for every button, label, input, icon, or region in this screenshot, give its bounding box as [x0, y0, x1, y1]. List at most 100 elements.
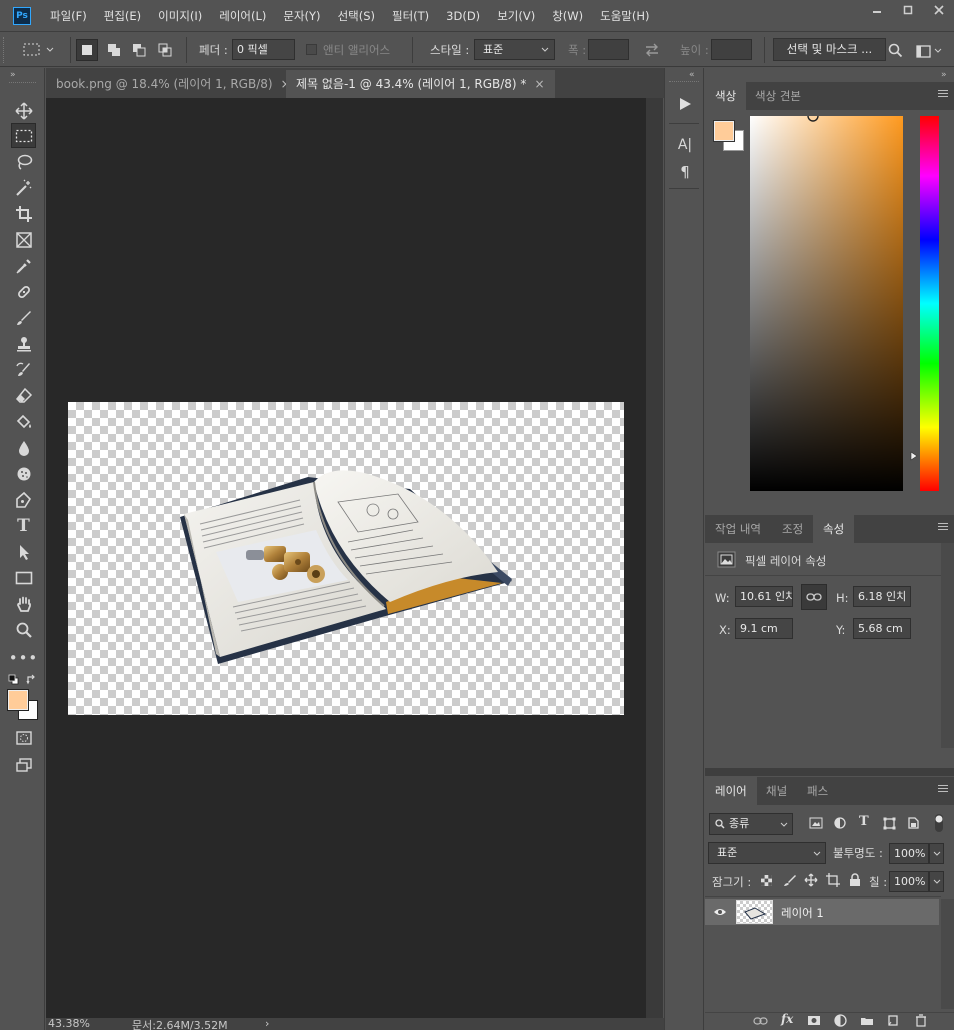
- path-selection-tool[interactable]: [11, 539, 36, 564]
- sponge-tool[interactable]: [11, 461, 36, 486]
- history-brush-tool[interactable]: [11, 357, 36, 382]
- status-menu-arrow[interactable]: ›: [265, 1017, 269, 1030]
- zoom-level[interactable]: 43.38%: [48, 1017, 90, 1030]
- collapse-panels-icon[interactable]: »: [941, 70, 946, 80]
- panel-menu-icon[interactable]: [938, 785, 948, 795]
- panel-menu-icon[interactable]: [938, 90, 948, 100]
- screen-mode-button[interactable]: [11, 752, 36, 777]
- layer-filter-select[interactable]: 종류: [709, 813, 793, 835]
- menu-file[interactable]: 파일(F): [40, 0, 94, 32]
- default-colors-icon[interactable]: [8, 674, 19, 685]
- lock-artboard-icon[interactable]: [826, 873, 840, 887]
- tool-preset-picker[interactable]: [22, 39, 64, 61]
- close-window-button[interactable]: [923, 0, 954, 20]
- saturation-value-field[interactable]: [750, 115, 903, 491]
- width-prop-input[interactable]: 10.61 인치: [735, 586, 793, 607]
- paint-bucket-tool[interactable]: [11, 409, 36, 434]
- fill-input[interactable]: 100%: [889, 871, 929, 892]
- menu-image[interactable]: 이미지(I): [148, 0, 209, 32]
- new-group-folder-icon[interactable]: [860, 1016, 874, 1026]
- properties-scrollbar[interactable]: [941, 543, 954, 748]
- tab-color[interactable]: 색상: [705, 82, 747, 110]
- swap-dimensions-icon[interactable]: [644, 43, 660, 57]
- workspace-switcher[interactable]: [916, 43, 946, 59]
- tab-book-png[interactable]: book.png @ 18.4% (레이어 1, RGB/8)×: [46, 70, 301, 98]
- pen-tool[interactable]: [11, 487, 36, 512]
- y-prop-input[interactable]: 5.68 cm: [853, 618, 911, 639]
- move-tool[interactable]: [11, 98, 36, 123]
- menu-window[interactable]: 창(W): [542, 0, 590, 32]
- hue-slider-handle-icon[interactable]: [910, 451, 918, 461]
- width-input[interactable]: [588, 39, 629, 60]
- edit-toolbar-button[interactable]: •••: [9, 645, 38, 670]
- tab-close-icon[interactable]: ×: [534, 77, 544, 91]
- zoom-tool[interactable]: [11, 617, 36, 642]
- menu-edit[interactable]: 편집(E): [94, 0, 148, 32]
- menu-layer[interactable]: 레이어(L): [209, 0, 273, 32]
- tab-channels[interactable]: 채널: [756, 777, 797, 805]
- fill-dropdown[interactable]: [929, 871, 944, 892]
- tab-paths[interactable]: 패스: [797, 777, 838, 805]
- type-tool[interactable]: T: [11, 513, 36, 538]
- filter-shape-icon[interactable]: [883, 817, 896, 830]
- layer-style-fx-icon[interactable]: fx: [781, 1012, 793, 1026]
- filter-adjustment-icon[interactable]: [834, 817, 846, 829]
- tab-swatches[interactable]: 색상 견본: [745, 82, 811, 110]
- canvas-vertical-scrollbar[interactable]: [646, 98, 663, 1018]
- height-prop-input[interactable]: 6.18 인치: [853, 586, 911, 607]
- menu-3d[interactable]: 3D(D): [436, 0, 487, 32]
- style-select[interactable]: 표준: [474, 39, 555, 60]
- panel-menu-icon[interactable]: [938, 523, 948, 533]
- tab-history[interactable]: 작업 내역: [705, 515, 771, 543]
- swap-colors-icon[interactable]: [26, 674, 37, 685]
- lock-all-icon[interactable]: [849, 873, 861, 887]
- add-selection-button[interactable]: [103, 39, 125, 61]
- filter-smart-object-icon[interactable]: [907, 816, 919, 830]
- document-canvas[interactable]: [68, 402, 624, 715]
- filter-type-icon[interactable]: T: [859, 814, 869, 829]
- menu-filter[interactable]: 필터(T): [382, 0, 436, 32]
- clone-stamp-tool[interactable]: [11, 331, 36, 356]
- eye-visibility-icon[interactable]: [713, 907, 727, 917]
- healing-brush-tool[interactable]: [11, 279, 36, 304]
- intersect-selection-button[interactable]: [154, 39, 176, 61]
- foreground-color-swatch[interactable]: [7, 689, 29, 711]
- subtract-selection-button[interactable]: [128, 39, 150, 61]
- tab-untitled-1[interactable]: 제목 없음-1 @ 43.4% (레이어 1, RGB/8) * ×: [286, 70, 555, 98]
- character-panel-button[interactable]: A|: [673, 134, 697, 156]
- blend-mode-select[interactable]: 표준: [708, 842, 826, 864]
- color-panel-fg-swatch[interactable]: [713, 120, 735, 142]
- add-mask-icon[interactable]: [807, 1015, 821, 1026]
- blur-tool[interactable]: [11, 435, 36, 460]
- brush-tool[interactable]: [11, 305, 36, 330]
- collapse-arrows-icon[interactable]: »: [10, 70, 15, 80]
- delete-layer-trash-icon[interactable]: [915, 1014, 927, 1027]
- lasso-tool[interactable]: [11, 149, 36, 174]
- opacity-input[interactable]: 100%: [889, 843, 929, 864]
- filter-pixel-icon[interactable]: [809, 817, 823, 829]
- opacity-dropdown[interactable]: [929, 843, 944, 864]
- menu-type[interactable]: 문자(Y): [273, 0, 327, 32]
- lock-transparency-icon[interactable]: [761, 875, 772, 886]
- x-prop-input[interactable]: 9.1 cm: [735, 618, 793, 639]
- quick-mask-button[interactable]: [11, 725, 36, 750]
- layers-scrollbar[interactable]: [941, 899, 954, 1009]
- lock-position-icon[interactable]: [804, 873, 818, 887]
- maximize-button[interactable]: [892, 0, 923, 20]
- frame-tool[interactable]: [11, 227, 36, 252]
- new-adjustment-layer-icon[interactable]: [834, 1014, 847, 1027]
- select-and-mask-button[interactable]: 선택 및 마스크 ...: [773, 38, 886, 61]
- magic-wand-tool[interactable]: [11, 175, 36, 200]
- new-selection-button[interactable]: [76, 39, 98, 61]
- hue-slider[interactable]: [920, 116, 939, 491]
- antialias-checkbox[interactable]: [306, 44, 317, 55]
- rectangle-tool[interactable]: [11, 565, 36, 590]
- paragraph-panel-button[interactable]: ¶: [673, 161, 697, 183]
- actions-panel-button[interactable]: [673, 93, 697, 115]
- lock-image-pixels-icon[interactable]: [783, 874, 796, 887]
- height-input[interactable]: [711, 39, 752, 60]
- filter-toggle-icon[interactable]: [933, 813, 945, 833]
- feather-input[interactable]: 0 픽셀: [232, 39, 295, 60]
- new-layer-icon[interactable]: [887, 1014, 899, 1027]
- menu-select[interactable]: 선택(S): [328, 0, 382, 32]
